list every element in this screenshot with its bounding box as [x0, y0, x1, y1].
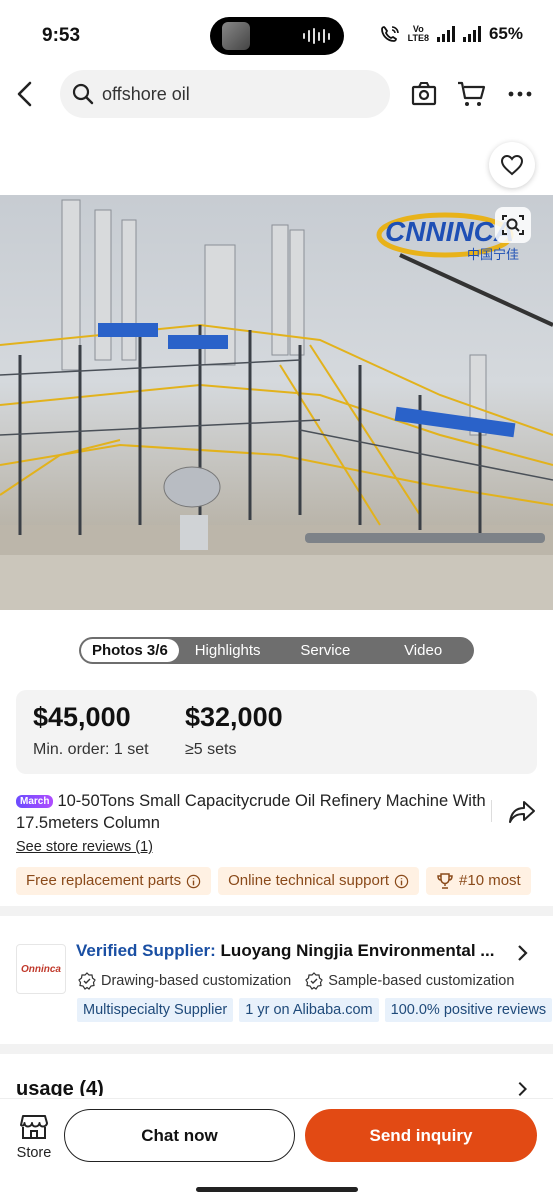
- bottom-action-bar: Store Chat now Send inquiry: [0, 1098, 553, 1200]
- volte-label: Vo LTE8: [407, 24, 429, 43]
- dynamic-island[interactable]: [210, 17, 344, 55]
- search-input[interactable]: [102, 83, 362, 105]
- search-icon: [72, 83, 94, 105]
- service-chips: Free replacement parts Online technical …: [16, 867, 553, 895]
- price-value: $45,000: [33, 702, 131, 732]
- signal-1-icon: [436, 26, 455, 42]
- price-value: $32,000: [185, 702, 283, 732]
- signal-2-icon: [462, 26, 481, 42]
- chip-label: Online technical support: [228, 872, 390, 889]
- price-card[interactable]: $45,000 Min. order: 1 set $32,000 ≥5 set…: [16, 690, 537, 774]
- status-time: 9:53: [42, 25, 81, 46]
- wifi-call-icon: [380, 26, 399, 42]
- supplier-name-row[interactable]: Verified Supplier: Luoyang Ningjia Envir…: [76, 941, 506, 961]
- tab-service[interactable]: Service: [277, 639, 375, 662]
- home-indicator[interactable]: [196, 1187, 358, 1192]
- chip-online-support[interactable]: Online technical support: [218, 867, 420, 895]
- share-icon: [509, 801, 535, 823]
- customization-label: Drawing-based customization: [101, 973, 292, 989]
- status-bar: 9:53 Vo LTE8 65%: [0, 0, 553, 70]
- customization-row: Drawing-based customization Sample-based…: [78, 972, 514, 990]
- supplier-tag: Multispecialty Supplier: [77, 998, 234, 1022]
- scan-button[interactable]: [408, 78, 440, 110]
- price-tier-1: $45,000 Min. order: 1 set: [33, 702, 149, 759]
- cart-button[interactable]: [455, 78, 487, 110]
- scan-icon: [411, 82, 437, 106]
- price-tier-2: $32,000 ≥5 sets: [185, 702, 283, 759]
- product-photo[interactable]: CNNINCA 中国宁佳: [0, 195, 553, 610]
- media-thumbnail: [222, 22, 250, 50]
- usage-section-title[interactable]: usage (4): [16, 1078, 104, 1096]
- store-label: Store: [16, 1145, 52, 1161]
- section-divider: [0, 1044, 553, 1054]
- store-button[interactable]: Store: [12, 1113, 56, 1169]
- search-bar[interactable]: [60, 70, 390, 118]
- gallery-tabs: Photos 3/6 Highlights Service Video: [79, 637, 474, 664]
- divider: [491, 800, 492, 822]
- customization-label: Sample-based customization: [328, 973, 515, 989]
- image-search-icon: [502, 215, 524, 235]
- product-title-text: 10-50Tons Small Capacitycrude Oil Refine…: [16, 792, 486, 832]
- price-condition: ≥5 sets: [185, 741, 237, 758]
- info-icon: [186, 874, 201, 888]
- share-button[interactable]: [508, 799, 538, 827]
- march-badge: March: [16, 795, 54, 808]
- supplier-tag: 1 yr on Alibaba.com: [239, 998, 379, 1022]
- send-inquiry-button[interactable]: Send inquiry: [305, 1109, 537, 1162]
- chevron-right-icon: [518, 945, 528, 961]
- info-icon: [394, 874, 409, 888]
- tab-highlights[interactable]: Highlights: [179, 639, 277, 662]
- logo-subtext: 中国宁佳: [467, 247, 519, 263]
- product-title: March 10-50Tons Small Capacitycrude Oil R…: [16, 790, 486, 834]
- tab-photos[interactable]: Photos 3/6: [81, 639, 179, 662]
- chip-label: Free replacement parts: [26, 872, 182, 889]
- customization-drawing: Drawing-based customization: [78, 972, 291, 990]
- supplier-chevron[interactable]: [512, 943, 532, 963]
- supplier-tags: Multispecialty Supplier 1 yr on Alibaba.…: [77, 998, 553, 1022]
- supplier-name: Luoyang Ningjia Environmental ...: [220, 941, 495, 960]
- price-condition: Min. order: 1 set: [33, 741, 149, 758]
- badge-check-icon: [305, 972, 323, 990]
- audio-wave-icon: [303, 28, 330, 44]
- trophy-icon: [437, 873, 453, 889]
- badge-check-icon: [78, 972, 96, 990]
- customization-sample: Sample-based customization: [305, 972, 514, 990]
- back-button[interactable]: [10, 78, 42, 110]
- more-button[interactable]: [504, 78, 536, 110]
- section-divider: [0, 906, 553, 916]
- chip-ranking[interactable]: #10 most: [426, 867, 531, 895]
- battery-percent: 65%: [488, 24, 523, 43]
- store-reviews-link[interactable]: See store reviews (1): [16, 839, 153, 855]
- status-icons: Vo LTE8 65%: [380, 24, 523, 44]
- chip-label: #10 most: [459, 872, 521, 889]
- favorite-button[interactable]: [489, 142, 535, 188]
- back-icon: [17, 81, 32, 107]
- chat-now-button[interactable]: Chat now: [64, 1109, 295, 1162]
- chevron-right-icon: [518, 1081, 528, 1097]
- cart-icon: [458, 81, 486, 106]
- supplier-tag: 100.0% positive reviews: [384, 998, 553, 1022]
- supplier-logo[interactable]: Onninca: [16, 944, 66, 994]
- more-icon: [508, 91, 532, 97]
- chip-free-replacement[interactable]: Free replacement parts: [16, 867, 212, 895]
- image-search-button[interactable]: [495, 207, 531, 243]
- tab-video[interactable]: Video: [374, 639, 472, 662]
- store-icon: [20, 1115, 48, 1139]
- heart-icon: [500, 154, 524, 176]
- verified-label: Verified Supplier:: [76, 941, 216, 960]
- search-header: [0, 68, 553, 120]
